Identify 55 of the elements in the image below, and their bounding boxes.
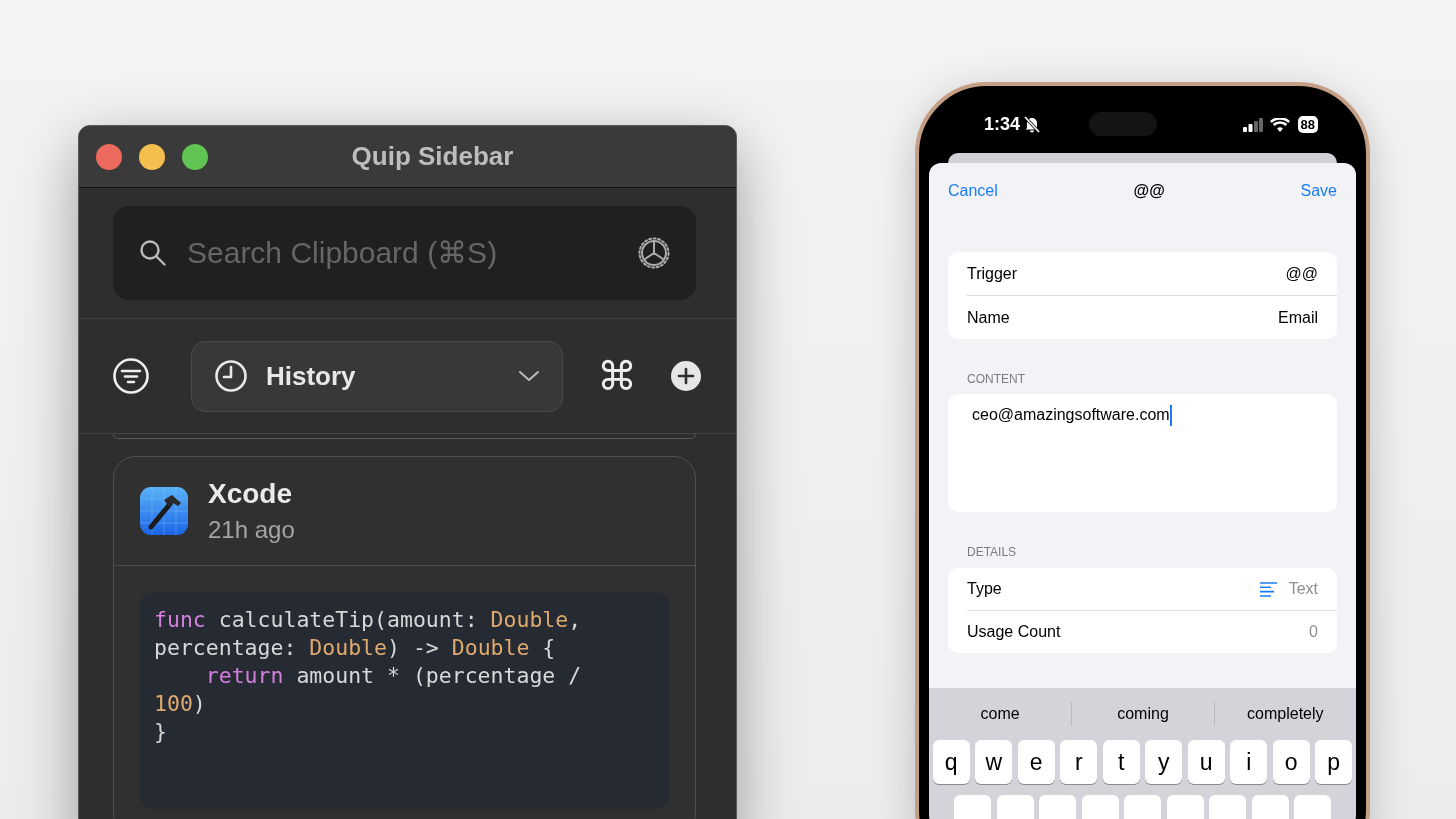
clip-card[interactable]: Xcode 21h ago func calculateTip(amount: Double, percentage: Double) -> Double { return amount * (percentage / 100) } bbox=[113, 456, 696, 819]
window-control[interactable] bbox=[96, 143, 122, 170]
detail-value: 0 bbox=[1309, 623, 1318, 641]
code-line: 100) bbox=[154, 690, 207, 718]
window-control[interactable] bbox=[182, 143, 208, 170]
detail-label: Usage Count bbox=[967, 623, 1061, 641]
code-line: } bbox=[154, 718, 168, 746]
add-icon[interactable] bbox=[671, 361, 701, 391]
status-time: 1:34 bbox=[984, 114, 1021, 135]
key[interactable]: o bbox=[1272, 740, 1310, 784]
filter-icon[interactable] bbox=[112, 357, 150, 395]
key[interactable]: i bbox=[1230, 740, 1268, 784]
wifi-icon bbox=[1269, 117, 1290, 132]
key[interactable]: r bbox=[1060, 740, 1098, 784]
clip-time: 21h ago bbox=[208, 516, 295, 544]
key[interactable]: e bbox=[1017, 740, 1055, 784]
suggestion[interactable]: come bbox=[929, 702, 1072, 726]
shortcut-button[interactable]: ⌘ bbox=[597, 356, 637, 396]
section-label: DETAILS bbox=[967, 545, 1018, 561]
code-line: return amount * (percentage / bbox=[204, 662, 583, 690]
field-label: Trigger bbox=[967, 264, 1018, 283]
save-button[interactable]: Save bbox=[1300, 182, 1337, 200]
window-title: Quip Sidebar bbox=[350, 141, 515, 172]
suggestion[interactable]: coming bbox=[1071, 702, 1214, 726]
window-control[interactable] bbox=[139, 143, 165, 170]
cancel-button[interactable]: Cancel bbox=[948, 182, 998, 200]
signal-icon bbox=[1242, 117, 1263, 132]
battery-level: 88 bbox=[1297, 116, 1318, 133]
bell-slash-icon bbox=[1024, 116, 1041, 133]
search-bar[interactable]: Search Clipboard (⌘S) bbox=[113, 206, 696, 300]
sheet-title: @@ bbox=[1133, 182, 1165, 200]
field-value[interactable]: @@ bbox=[1285, 264, 1318, 283]
key[interactable]: y bbox=[1145, 740, 1183, 784]
detail-label: Type bbox=[967, 580, 1002, 598]
key[interactable]: p bbox=[1315, 740, 1353, 784]
section-label: CONTENT bbox=[967, 372, 1026, 388]
app-name: Xcode bbox=[208, 478, 294, 510]
key[interactable]: q bbox=[932, 740, 970, 784]
field-label: Name bbox=[967, 308, 1010, 327]
history-dropdown[interactable]: History bbox=[191, 340, 563, 412]
key[interactable]: u bbox=[1187, 740, 1225, 784]
code-line: percentage: Double) -> Double { bbox=[154, 634, 557, 662]
field-value[interactable]: Email bbox=[1278, 308, 1318, 327]
search-icon bbox=[139, 239, 167, 267]
clock-icon bbox=[214, 359, 248, 393]
hammer-app-icon bbox=[140, 487, 188, 535]
search-field[interactable]: Search Clipboard (⌘S) bbox=[185, 235, 620, 271]
content-field[interactable]: ceo@amazingsoftware.com bbox=[948, 394, 1337, 512]
key[interactable]: t bbox=[1102, 740, 1140, 784]
settings-icon[interactable] bbox=[638, 237, 670, 269]
code-line: func calculateTip(amount: Double, bbox=[154, 606, 583, 634]
suggestion[interactable]: completely bbox=[1213, 702, 1356, 726]
text-align-icon bbox=[1259, 581, 1277, 597]
chevron-down-icon bbox=[518, 370, 540, 382]
key[interactable]: w bbox=[975, 740, 1013, 784]
